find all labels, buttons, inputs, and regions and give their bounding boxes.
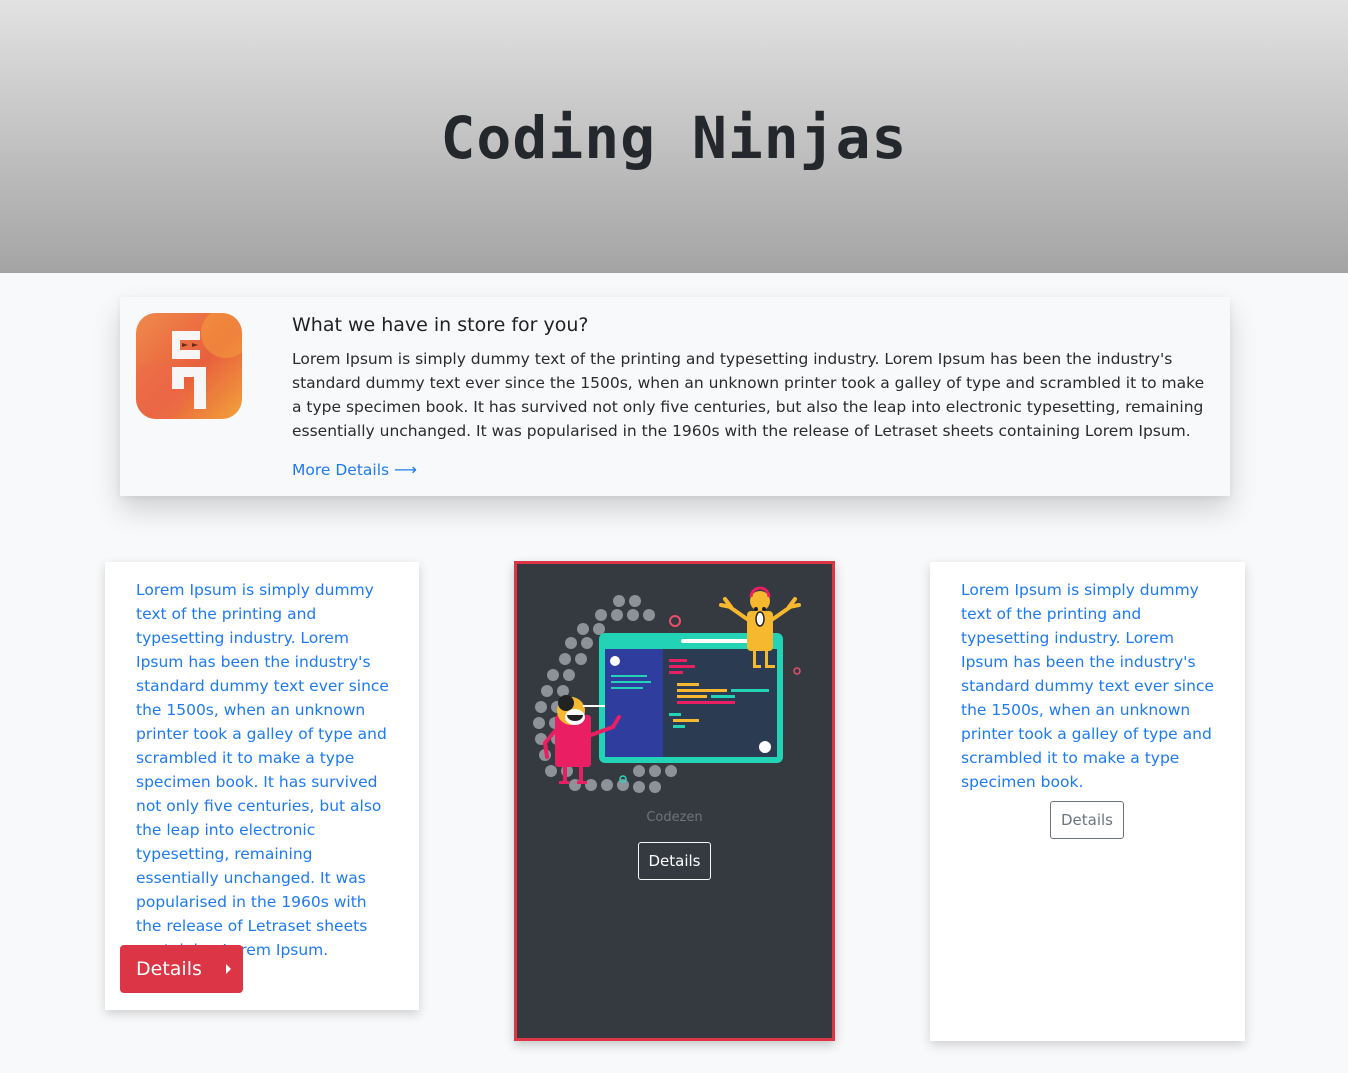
hero-header: Coding Ninjas xyxy=(0,0,1348,273)
center-card: Codezen Details xyxy=(514,561,835,1041)
codezen-caption: Codezen xyxy=(646,810,703,825)
more-details-label: More Details xyxy=(292,461,390,479)
info-card: What we have in store for you? Lorem Ips… xyxy=(120,297,1230,496)
left-card-text: Lorem Ipsum is simply dummy text of the … xyxy=(136,581,389,959)
center-details-button[interactable]: Details xyxy=(638,842,711,880)
codezen-illustration xyxy=(531,579,821,808)
info-heading: What we have in store for you? xyxy=(292,314,589,336)
right-card-text: Lorem Ipsum is simply dummy text of the … xyxy=(961,581,1214,791)
left-details-button[interactable]: Details xyxy=(120,945,243,993)
caret-right-icon xyxy=(226,964,231,974)
coding-ninjas-logo xyxy=(136,313,242,419)
right-card: Lorem Ipsum is simply dummy text of the … xyxy=(930,562,1245,1041)
left-details-label: Details xyxy=(136,958,202,980)
left-card: Lorem Ipsum is simply dummy text of the … xyxy=(105,562,419,1010)
right-details-button[interactable]: Details xyxy=(1050,801,1124,839)
page-title: Coding Ninjas xyxy=(440,104,908,172)
info-body: What we have in store for you? Lorem Ips… xyxy=(292,311,1217,482)
long-arrow-right-icon: ⟶ xyxy=(394,460,417,479)
info-text: Lorem Ipsum is simply dummy text of the … xyxy=(292,350,1205,440)
more-details-link[interactable]: More Details ⟶ xyxy=(292,458,417,482)
